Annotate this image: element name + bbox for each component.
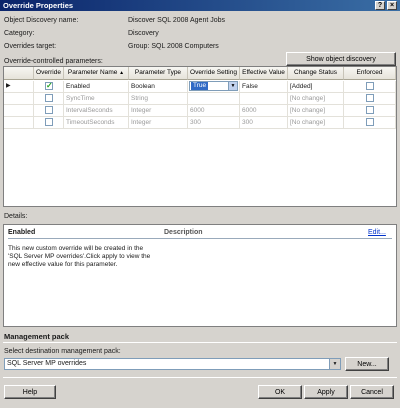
enforced-checkbox[interactable] bbox=[366, 82, 374, 90]
separator bbox=[3, 342, 397, 343]
table-row[interactable]: TimeoutSeconds Integer 300 300 [No chang… bbox=[4, 117, 396, 129]
row-header-cell bbox=[4, 105, 34, 116]
table-row[interactable]: IntervalSeconds Integer 6000 6000 [No ch… bbox=[4, 105, 396, 117]
parameter-type-cell: String bbox=[129, 93, 188, 104]
apply-button[interactable]: Apply bbox=[304, 385, 348, 399]
override-checkbox[interactable] bbox=[45, 118, 53, 126]
management-pack-heading: Management pack bbox=[4, 332, 70, 341]
chevron-down-icon[interactable]: ▼ bbox=[329, 359, 340, 369]
close-icon[interactable]: × bbox=[387, 1, 397, 10]
override-cell bbox=[34, 93, 64, 104]
current-row-marker-icon: ▶ bbox=[4, 81, 34, 92]
column-header-enforced[interactable]: Enforced bbox=[344, 67, 396, 80]
help-button[interactable]: Help bbox=[4, 385, 56, 399]
enforced-checkbox[interactable] bbox=[366, 118, 374, 126]
parameters-label: Override-controlled parameters: bbox=[4, 58, 103, 65]
enforced-checkbox[interactable] bbox=[366, 94, 374, 102]
title-bar: Override Properties bbox=[0, 0, 400, 11]
discovery-name-value: Discover SQL 2008 Agent Jobs bbox=[128, 17, 226, 24]
dropdown-arrow-icon[interactable]: ▼ bbox=[228, 82, 237, 90]
enforced-cell bbox=[344, 81, 396, 92]
sort-ascending-icon: ▲ bbox=[119, 70, 125, 76]
override-cell bbox=[34, 117, 64, 128]
table-row[interactable]: ▶ Enabled Boolean True ▼ False [Added] bbox=[4, 81, 396, 93]
parameter-type-cell: Boolean bbox=[129, 81, 188, 92]
column-header-override-setting[interactable]: Override Setting bbox=[188, 67, 240, 80]
details-divider bbox=[8, 238, 392, 239]
parameter-name-cell: IntervalSeconds bbox=[64, 105, 129, 116]
enforced-cell bbox=[344, 117, 396, 128]
column-header-parameter-name[interactable]: Parameter Name ▲ bbox=[64, 67, 129, 80]
column-header-parameter-type[interactable]: Parameter Type bbox=[129, 67, 188, 80]
effective-value-cell: 6000 bbox=[240, 105, 288, 116]
new-pack-button[interactable]: New... bbox=[345, 357, 389, 371]
override-checkbox[interactable] bbox=[45, 106, 53, 114]
discovery-name-label: Object Discovery name: bbox=[4, 17, 79, 24]
overrides-target-label: Overrides target: bbox=[4, 43, 57, 50]
help-icon[interactable]: ? bbox=[375, 1, 385, 10]
management-pack-combo[interactable]: SQL Server MP overrides ▼ bbox=[4, 358, 341, 370]
row-header-cell bbox=[4, 93, 34, 104]
change-status-cell: [Added] bbox=[288, 81, 344, 92]
override-setting-cell: True ▼ bbox=[188, 81, 240, 92]
select-pack-label: Select destination management pack: bbox=[4, 348, 121, 355]
ok-button[interactable]: OK bbox=[258, 385, 302, 399]
override-cell bbox=[34, 105, 64, 116]
parameter-type-cell: Integer bbox=[129, 117, 188, 128]
enforced-cell bbox=[344, 105, 396, 116]
window-title: Override Properties bbox=[3, 1, 74, 10]
override-setting-cell[interactable]: 300 bbox=[188, 117, 240, 128]
column-header-override[interactable]: Override bbox=[34, 67, 64, 80]
overrides-target-value: Group: SQL 2008 Computers bbox=[128, 43, 219, 50]
parameter-name-cell: TimeoutSeconds bbox=[64, 117, 129, 128]
management-pack-selected: SQL Server MP overrides bbox=[7, 360, 87, 367]
parameter-name-cell: SyncTime bbox=[64, 93, 129, 104]
parameter-name-header-text: Parameter Name bbox=[67, 69, 118, 76]
enforced-checkbox[interactable] bbox=[366, 106, 374, 114]
cancel-button[interactable]: Cancel bbox=[350, 385, 394, 399]
override-setting-cell[interactable] bbox=[188, 93, 240, 104]
override-checkbox[interactable] bbox=[45, 81, 53, 91]
override-setting-dropdown[interactable]: True ▼ bbox=[189, 81, 238, 91]
edit-link[interactable]: Edit... bbox=[368, 229, 386, 236]
parameter-name-cell: Enabled bbox=[64, 81, 129, 92]
effective-value-cell: False bbox=[240, 81, 288, 92]
enforced-cell bbox=[344, 93, 396, 104]
column-header-change-status[interactable]: Change Status bbox=[288, 67, 344, 80]
override-cell bbox=[34, 81, 64, 92]
row-header-corner bbox=[4, 67, 34, 80]
details-panel: Enabled Description Edit... This new cus… bbox=[3, 224, 397, 327]
change-status-cell: [No change] bbox=[288, 105, 344, 116]
details-description-text: This new custom override will be created… bbox=[8, 245, 151, 268]
change-status-cell: [No change] bbox=[288, 117, 344, 128]
show-properties-button[interactable]: Show object discovery properties... bbox=[286, 52, 396, 76]
effective-value-cell: 300 bbox=[240, 117, 288, 128]
parameter-type-cell: Integer bbox=[129, 105, 188, 116]
column-header-effective-value[interactable]: Effective Value bbox=[240, 67, 288, 80]
override-checkbox[interactable] bbox=[45, 94, 53, 102]
parameters-grid: Override Parameter Name ▲ Parameter Type… bbox=[3, 66, 397, 207]
separator bbox=[3, 377, 397, 378]
table-row[interactable]: SyncTime String [No change] bbox=[4, 93, 396, 105]
override-setting-cell[interactable]: 6000 bbox=[188, 105, 240, 116]
row-header-cell bbox=[4, 117, 34, 128]
category-label: Category: bbox=[4, 30, 35, 37]
description-header: Description bbox=[164, 229, 203, 236]
change-status-cell: [No change] bbox=[288, 93, 344, 104]
override-setting-value: True bbox=[191, 82, 209, 90]
details-parameter-name: Enabled bbox=[8, 229, 36, 236]
details-label: Details: bbox=[4, 213, 28, 220]
effective-value-cell bbox=[240, 93, 288, 104]
category-value: Discovery bbox=[128, 30, 159, 37]
